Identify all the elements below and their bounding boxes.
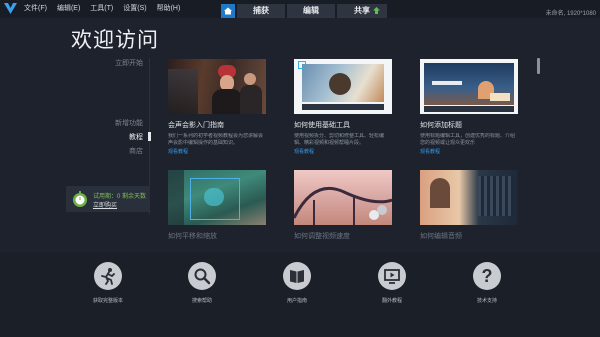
buy-now-link[interactable]: 立即购买 (93, 200, 117, 209)
trial-days-text: 试用期：0 剩余天数 (93, 194, 147, 200)
bottom-label: 翻外教程 (381, 298, 402, 304)
watch-tutorial-link[interactable]: 观看教程 (420, 148, 518, 155)
trial-panel: 试用期：0 剩余天数 立即购买 (66, 186, 150, 212)
card-title: 如何添加标题 (420, 122, 462, 129)
tab-edit[interactable]: 编辑 (287, 4, 335, 18)
stopwatch-icon (73, 191, 87, 207)
menu-edit[interactable]: 编辑(E) (57, 0, 80, 18)
tutorial-thumbnail[interactable] (168, 170, 266, 225)
menu-help[interactable]: 帮助(H) (157, 0, 181, 18)
tutorial-card-video-speed[interactable]: 如何调整视频速度 (294, 170, 392, 241)
tutorial-card-basic-tools[interactable]: 如何使用基础工具 使用视频拆分、剪切和修整工具、轻松编辑、精彩视频和视频帮睡片段… (294, 59, 392, 155)
card-description: 使用标题编辑工具，创建优秀的标题、介绍您的视频或让观众更欢乐 (420, 133, 516, 146)
menu-bar: 文件(F) 编辑(E) 工具(T) 设置(S) 帮助(H) 捕获 编辑 共享 未… (0, 0, 600, 18)
tab-home[interactable] (221, 4, 235, 18)
nav-active-indicator (148, 132, 151, 141)
app-logo-icon (4, 3, 17, 14)
tutorial-thumbnail[interactable] (294, 59, 392, 114)
tutorial-thumbnail[interactable] (294, 170, 392, 225)
extra-tutorials-button[interactable]: 翻外教程 (352, 262, 432, 304)
card-description: 使用视频拆分、剪切和修整工具、轻松编辑、精彩视频和视频帮睡片段。 (294, 133, 385, 146)
content-scrollbar[interactable] (537, 58, 540, 74)
bottom-icon-circle: ? (473, 262, 501, 290)
home-icon (224, 7, 232, 15)
menu-file[interactable]: 文件(F) (24, 0, 47, 18)
card-description: 我们一系列的初学者视频教程会为您讲解会声会影中编辑操作的基础知识。 (168, 133, 264, 146)
bottom-label: 技术支持 (476, 298, 497, 304)
tech-support-button[interactable]: ? 技术支持 (447, 262, 527, 304)
tutorial-card-getting-started[interactable]: 会声会影入门指南 我们一系列的初学者视频教程会为您讲解会声会影中编辑操作的基础知… (168, 59, 266, 155)
card-title: 如何编辑音频 (420, 233, 462, 240)
tutorial-thumbnail[interactable] (420, 170, 518, 225)
tutorial-thumbnail[interactable] (420, 59, 518, 114)
nav-item-store[interactable]: 商店 (129, 146, 143, 156)
tutorial-card-add-titles[interactable]: 如何添加标题 使用标题编辑工具，创建优秀的标题、介绍您的视频或让观众更欢乐 观看… (420, 59, 518, 155)
watch-tutorial-link[interactable]: 观看教程 (294, 148, 392, 155)
user-guide-button[interactable]: 用户指南 (257, 262, 337, 304)
bottom-icon-circle (283, 262, 311, 290)
upload-arrow-icon[interactable] (373, 7, 380, 14)
tab-capture[interactable]: 捕获 (237, 4, 285, 18)
question-icon: ? (481, 266, 493, 286)
search-help-button[interactable]: 搜索帮助 (162, 262, 242, 304)
nav-item-tutorials[interactable]: 教程 (129, 132, 143, 142)
card-title: 如何平移和缩放 (168, 233, 217, 240)
bottom-label: 获取完整版本 (92, 298, 123, 304)
page-title: 欢迎访问 (71, 29, 159, 52)
bottom-icon-circle (188, 262, 216, 290)
tutorial-card-pan-zoom[interactable]: 如何平移和缩放 (168, 170, 266, 241)
project-info: 未命名, 1920*1080 (545, 11, 596, 17)
bottom-label: 用户指南 (286, 298, 307, 304)
watch-tutorial-link[interactable]: 观看教程 (168, 148, 266, 155)
main-menu: 文件(F) 编辑(E) 工具(T) 设置(S) 帮助(H) (24, 0, 190, 18)
bottom-icon-circle (378, 262, 406, 290)
menu-settings[interactable]: 设置(S) (123, 0, 146, 18)
tutorial-card-edit-audio[interactable]: 如何编辑音频 (420, 170, 518, 241)
get-full-version-button[interactable]: 获取完整版本 (68, 262, 148, 304)
nav-item-whats-new[interactable]: 新增功能 (115, 118, 143, 128)
magnifier-icon (194, 268, 211, 285)
book-icon (290, 270, 304, 283)
rollercoaster-graphic (294, 186, 392, 225)
bottom-label: 搜索帮助 (191, 298, 212, 304)
card-title: 如何调整视频速度 (294, 233, 350, 240)
running-person-icon (101, 268, 115, 285)
nav-item-get-started[interactable]: 立即开始 (115, 58, 143, 68)
workspace-tabs: 捕获 编辑 共享 (221, 4, 389, 18)
card-title: 会声会影入门指南 (168, 122, 224, 129)
tutorial-thumbnail[interactable] (168, 59, 266, 114)
monitor-icon (384, 269, 400, 284)
bottom-icon-circle (94, 262, 122, 290)
menu-tools[interactable]: 工具(T) (90, 0, 113, 18)
card-title: 如何使用基础工具 (294, 122, 350, 129)
